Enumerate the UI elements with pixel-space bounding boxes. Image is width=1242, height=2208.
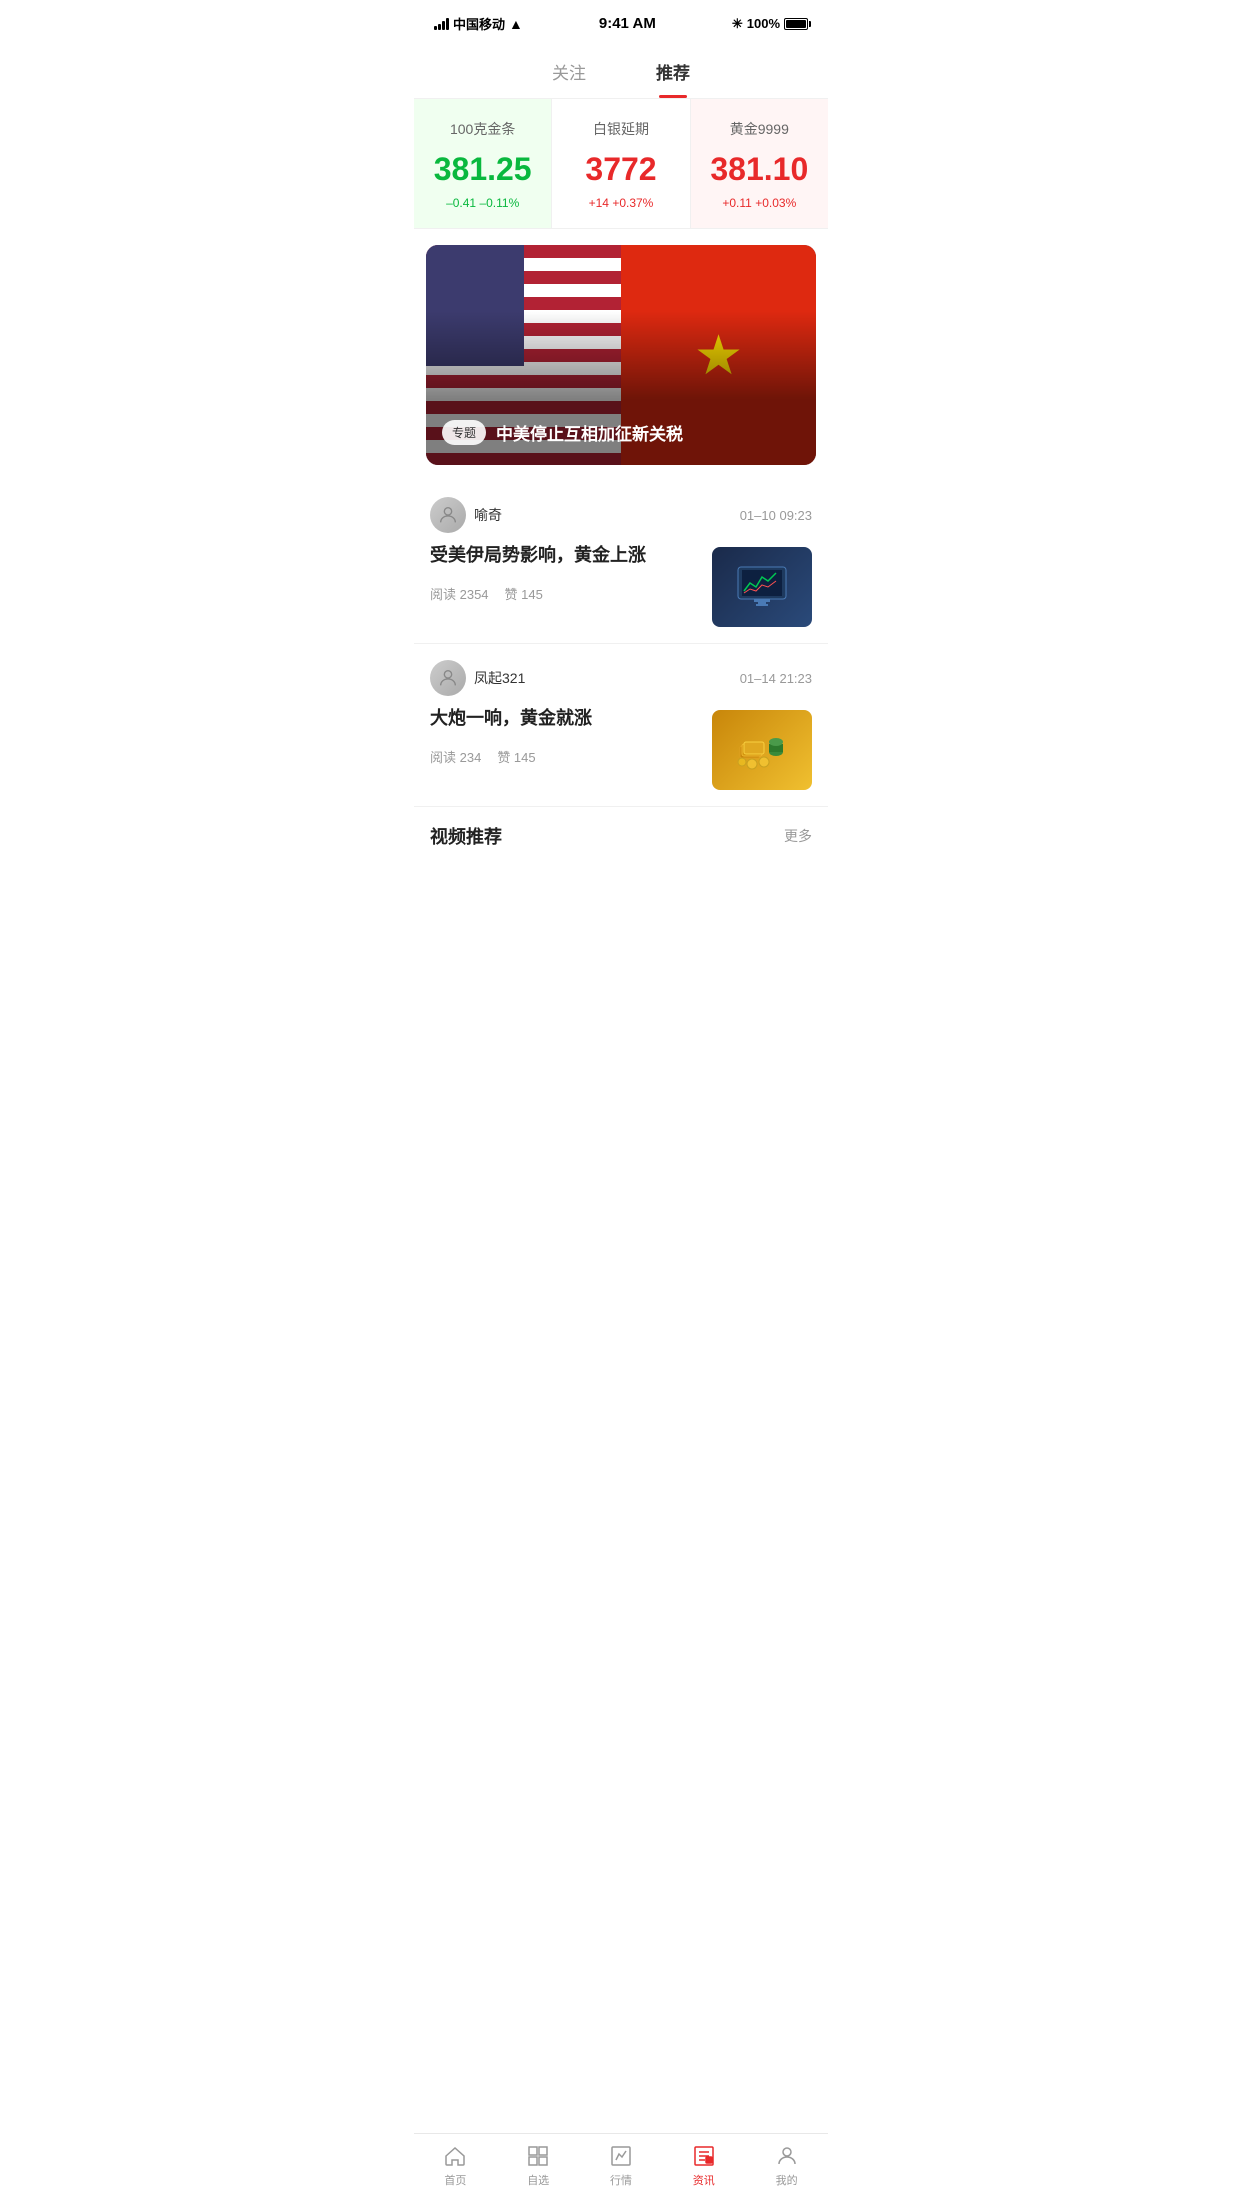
price-card-gold-bar[interactable]: 100克金条 381.25 –0.41 –0.11%: [414, 99, 552, 228]
nav-label-news: 资讯: [693, 2172, 715, 2188]
video-section-header: 视频推荐 更多: [414, 807, 828, 861]
card-price: 381.25: [424, 151, 541, 188]
user-icon: [775, 2144, 799, 2168]
article-author: 喻奇: [430, 497, 502, 533]
nav-item-news[interactable]: 资讯: [662, 2144, 745, 2188]
author-name: 凤起321: [474, 668, 525, 688]
price-cards: 100克金条 381.25 –0.41 –0.11% 白银延期 3772 +14…: [414, 99, 828, 229]
article-thumbnail: [712, 710, 812, 790]
article-thumbnail: [712, 547, 812, 627]
carrier-label: 中国移动: [453, 14, 505, 33]
card-change: +14 +0.37%: [562, 196, 679, 210]
avatar: [430, 660, 466, 696]
card-title: 白银延期: [562, 119, 679, 139]
section-more[interactable]: 更多: [784, 826, 812, 846]
nav-item-home[interactable]: 首页: [414, 2144, 497, 2188]
tab-header: 关注 推荐: [414, 41, 828, 99]
article-item[interactable]: 喻奇 01–10 09:23 受美伊局势影响，黄金上涨 阅读 2354 赞 14…: [414, 481, 828, 644]
nav-label-profile: 我的: [776, 2172, 798, 2188]
nav-item-market[interactable]: 行情: [580, 2144, 663, 2188]
bluetooth-icon: ✳: [732, 16, 743, 32]
news-icon: [692, 2144, 716, 2168]
battery-percent: 100%: [747, 16, 780, 31]
article-item[interactable]: 凤起321 01–14 21:23 大炮一响，黄金就涨 阅读 234 赞 145: [414, 644, 828, 807]
price-card-gold9999[interactable]: 黄金9999 381.10 +0.11 +0.03%: [691, 99, 828, 228]
article-headline: 大炮一响，黄金就涨: [430, 706, 700, 731]
status-bar: 中国移动 ▲ 9:41 AM ✳ 100%: [414, 0, 828, 41]
nav-label-market: 行情: [610, 2172, 632, 2188]
article-stats: 阅读 2354 赞 145: [430, 584, 700, 603]
banner-tag: 专题: [442, 420, 486, 445]
card-change: –0.41 –0.11%: [424, 196, 541, 210]
avatar: [430, 497, 466, 533]
price-card-silver[interactable]: 白银延期 3772 +14 +0.37%: [552, 99, 690, 228]
bottom-nav: 首页 自选 行情 资讯: [414, 2133, 828, 2208]
article-time: 01–14 21:23: [740, 671, 812, 686]
card-title: 100克金条: [424, 119, 541, 139]
article-headline: 受美伊局势影响，黄金上涨: [430, 543, 700, 568]
tab-follow[interactable]: 关注: [542, 51, 596, 98]
banner-content: 专题 中美停止互相加征新关税: [442, 420, 800, 445]
battery-icon: [784, 18, 808, 30]
banner[interactable]: ★ 专题 中美停止互相加征新关税: [426, 245, 816, 465]
nav-label-home: 首页: [444, 2172, 466, 2188]
article-stats: 阅读 234 赞 145: [430, 747, 700, 766]
article-author: 凤起321: [430, 660, 525, 696]
grid-icon: [526, 2144, 550, 2168]
card-change: +0.11 +0.03%: [701, 196, 818, 210]
nav-item-profile[interactable]: 我的: [745, 2144, 828, 2188]
card-title: 黄金9999: [701, 119, 818, 139]
tab-recommend[interactable]: 推荐: [646, 51, 700, 98]
section-title: 视频推荐: [430, 823, 502, 849]
banner-title: 中美停止互相加征新关税: [496, 420, 683, 445]
card-price: 3772: [562, 151, 679, 188]
home-icon: [443, 2144, 467, 2168]
time-label: 9:41 AM: [599, 15, 656, 32]
author-name: 喻奇: [474, 505, 502, 525]
signal-icon: [434, 18, 449, 30]
card-price: 381.10: [701, 151, 818, 188]
article-time: 01–10 09:23: [740, 508, 812, 523]
nav-label-watchlist: 自选: [527, 2172, 549, 2188]
wifi-icon: ▲: [509, 16, 523, 32]
chart-icon: [609, 2144, 633, 2168]
nav-item-watchlist[interactable]: 自选: [497, 2144, 580, 2188]
